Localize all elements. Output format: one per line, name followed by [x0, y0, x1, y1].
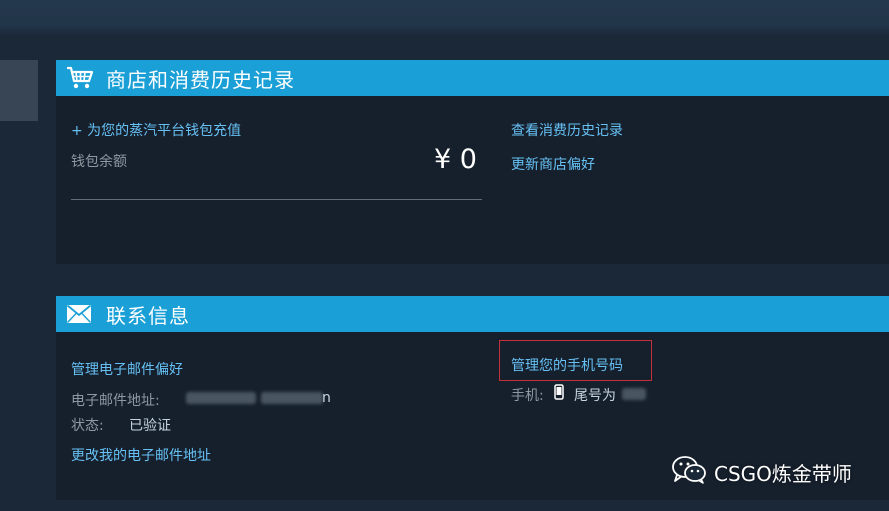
envelope-icon	[66, 304, 92, 328]
store-section-header: 商店和消费历史记录	[56, 60, 889, 96]
wallet-balance-label: 钱包余额	[71, 154, 127, 170]
purchase-history-link[interactable]: 查看消费历史记录	[511, 120, 623, 140]
wallet-divider	[71, 199, 482, 200]
contact-section-title: 联系信息	[106, 304, 190, 328]
side-panel-edge	[0, 60, 38, 121]
wallet-balance-value: ¥ 0	[434, 144, 477, 175]
email-preferences-link[interactable]: 管理电子邮件偏好	[71, 359, 183, 379]
email-address-label: 电子邮件地址:	[71, 393, 160, 409]
cart-icon	[66, 66, 94, 94]
redacted-email-part-2	[261, 392, 323, 404]
redacted-email-part-1	[186, 392, 256, 404]
email-status-label: 状态:	[71, 418, 104, 434]
wechat-icon	[672, 456, 706, 488]
top-nav-bar	[0, 0, 889, 36]
email-status-value: 已验证	[129, 418, 171, 434]
change-email-link[interactable]: 更改我的电子邮件地址	[71, 445, 211, 465]
store-section: 商店和消费历史记录 + 为您的蒸汽平台钱包充值 钱包余额 ¥ 0 查看消费历史记…	[56, 60, 889, 264]
phone-label: 手机:	[511, 388, 544, 404]
store-preferences-link[interactable]: 更新商店偏好	[511, 154, 595, 174]
phone-number-ending: 尾号为	[574, 388, 616, 404]
store-section-title: 商店和消费历史记录	[106, 68, 295, 92]
watermark-text: CSGO炼金带师	[714, 461, 852, 486]
watermark: CSGO炼金带师	[672, 456, 852, 488]
email-address-suffix: n	[322, 390, 331, 406]
manage-phone-link[interactable]: 管理您的手机号码	[511, 355, 623, 375]
add-wallet-funds-link[interactable]: + 为您的蒸汽平台钱包充值	[71, 120, 241, 140]
account-page: 商店和消费历史记录 + 为您的蒸汽平台钱包充值 钱包余额 ¥ 0 查看消费历史记…	[0, 0, 889, 511]
redacted-phone-digits	[622, 388, 646, 400]
mobile-phone-icon	[554, 384, 564, 404]
contact-section-header: 联系信息	[56, 296, 889, 332]
